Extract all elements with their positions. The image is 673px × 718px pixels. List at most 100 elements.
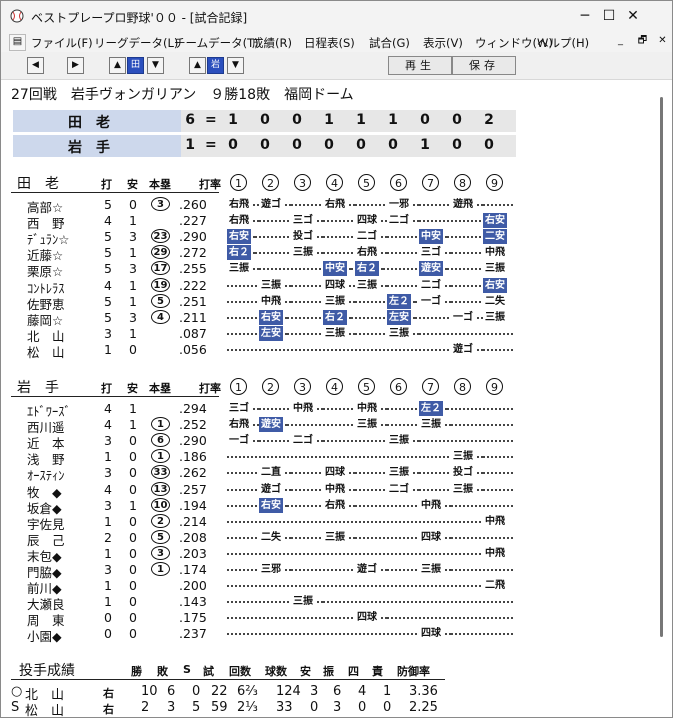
at-bat-result: 二ゴ: [293, 435, 313, 447]
down-arrow-button-team1[interactable]: ▼: [147, 57, 164, 74]
menu-item[interactable]: 試合(G): [369, 35, 410, 51]
menu-item[interactable]: ヘルプ(H): [537, 35, 589, 51]
at-bats: 4: [104, 401, 112, 416]
team2-button[interactable]: 岩: [207, 57, 224, 74]
at-bat-result: 中飛: [485, 547, 505, 559]
pitching-stat-k: 3: [333, 700, 342, 715]
player-row: 大瀬良 1 0.143 三振: [11, 594, 661, 612]
dotted-connector: [227, 585, 257, 588]
pitcher-mark: S: [11, 700, 20, 715]
pitching-stat-h: 0: [310, 700, 319, 715]
dotted-connector: [227, 456, 257, 459]
dotted-connector: [355, 520, 385, 523]
dotted-connector: [227, 633, 257, 636]
throwing-hand: 右: [103, 687, 114, 700]
inning-runs: 0: [228, 137, 238, 153]
hits: 0: [129, 562, 137, 577]
play-button[interactable]: 再生: [388, 56, 452, 75]
player-name[interactable]: 松 山: [27, 342, 65, 361]
menu-item[interactable]: 成績(R): [252, 35, 292, 51]
dotted-connector: [355, 536, 385, 539]
hits: 0: [129, 513, 137, 529]
dotted-connector: [355, 472, 385, 475]
prev-arrow-button[interactable]: ◀: [27, 57, 44, 74]
batting-average: .194: [179, 497, 207, 513]
dotted-connector: [323, 569, 353, 571]
mdi-restore-button[interactable]: 🗗: [635, 34, 650, 49]
scrollbar[interactable]: [660, 97, 663, 637]
at-bats: 1: [104, 513, 112, 529]
at-bat-result: 投ゴ: [453, 467, 473, 479]
dotted-connector: [451, 504, 481, 507]
save-button[interactable]: 保存: [452, 56, 516, 75]
batting-average: .214: [179, 513, 207, 529]
down-arrow-button-team2[interactable]: ▼: [227, 57, 244, 74]
menu-item[interactable]: ファイル(F): [31, 35, 93, 51]
player-name[interactable]: 小園◆: [27, 626, 62, 645]
dotted-connector: [387, 569, 417, 571]
dotted-connector: [387, 252, 417, 255]
header-rule: [11, 192, 219, 193]
dotted-connector: [419, 440, 449, 443]
at-bat-result: 中飛: [485, 515, 505, 527]
dotted-connector: [387, 601, 417, 604]
dotted-connector: [483, 601, 513, 604]
pitching-stat-l: 6: [167, 684, 176, 699]
dotted-connector: [419, 601, 449, 604]
next-arrow-button[interactable]: ▶: [67, 57, 84, 74]
dotted-connector: [323, 424, 353, 427]
pitching-stat-pitches: 33: [276, 700, 293, 715]
pitching-stat-l: 3: [167, 700, 176, 715]
up-arrow-button-team2[interactable]: ▲: [189, 57, 206, 74]
dotted-connector: [483, 536, 513, 539]
dotted-connector: [419, 456, 449, 459]
dotted-connector: [355, 488, 385, 491]
at-bat-result: 四球: [325, 467, 345, 479]
at-bat-result: 遊ゴ: [261, 483, 281, 495]
close-button[interactable]: ✕: [616, 1, 650, 32]
dotted-connector: [419, 316, 449, 319]
hits: 0: [129, 529, 137, 545]
batting-average: .186: [179, 449, 207, 465]
hits: 0: [129, 433, 137, 449]
dotted-connector: [291, 520, 321, 523]
pitching-stat-s: 5: [192, 700, 201, 715]
pitcher-name[interactable]: 松 山: [25, 700, 64, 717]
menu-item[interactable]: 表示(V): [423, 35, 463, 51]
dotted-connector: [323, 408, 353, 410]
dotted-connector: [323, 617, 353, 620]
menu-item[interactable]: 日程表(S): [304, 35, 355, 51]
menu-item[interactable]: チームデータ(T): [174, 35, 259, 51]
mdi-minimize-button[interactable]: _: [613, 34, 628, 49]
pitching-header: 敗: [157, 665, 168, 678]
batting-average: .262: [179, 465, 207, 481]
batting-average: .251: [179, 293, 207, 309]
home-runs: 1: [151, 417, 170, 432]
score-row: 田 老 6 = 1 0 0 1 1 1 0 0 2: [13, 110, 516, 132]
up-arrow-button-team1[interactable]: ▲: [109, 57, 126, 74]
at-bat-hit: 右２: [355, 261, 379, 277]
dotted-connector: [227, 348, 257, 351]
dotted-connector: [259, 520, 289, 523]
batting-average: .222: [179, 277, 207, 293]
player-row: 小園◆ 0 0 .237 四球: [11, 626, 661, 645]
at-bat-result: 三振: [389, 467, 409, 479]
menu-item[interactable]: リーグデータ(L): [94, 35, 178, 51]
inning-number: 1: [230, 174, 247, 191]
at-bat-hit: 左２: [419, 401, 443, 416]
mdi-close-button[interactable]: ✕: [655, 34, 670, 49]
at-bat-result: 中飛: [421, 499, 441, 511]
dotted-connector: [451, 424, 481, 427]
pitching-title: 投手成績: [19, 663, 75, 679]
dotted-connector: [291, 204, 321, 206]
home-runs: 13: [151, 481, 170, 496]
at-bats: 5: [104, 229, 112, 245]
dotted-connector: [413, 316, 417, 319]
dotted-connector: [413, 300, 417, 303]
inning-number: 3: [294, 174, 311, 191]
hits: 3: [129, 309, 137, 325]
team1-button[interactable]: 田: [127, 57, 144, 74]
player-row: 栗原☆ 5 3 17.255 三振 中安 右２ 遊安 三振: [11, 261, 661, 279]
hits: 0: [129, 197, 137, 212]
at-bat-hit: 遊安: [419, 261, 443, 277]
